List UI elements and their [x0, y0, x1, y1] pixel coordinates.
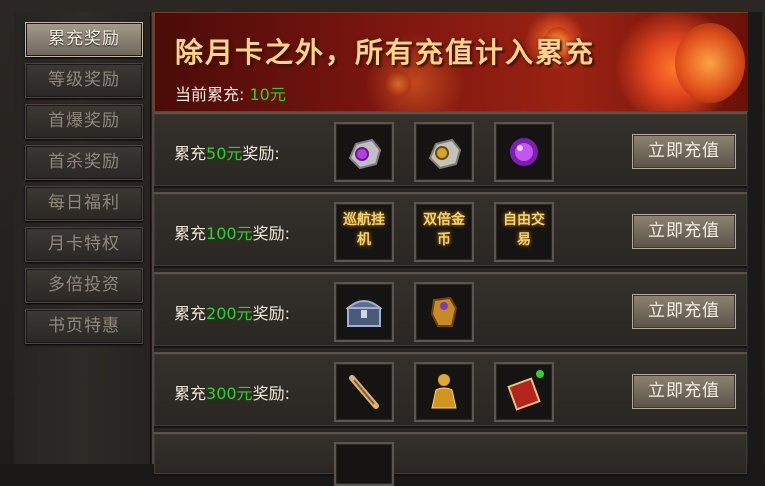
label-prefix: 累充	[174, 224, 207, 243]
banner-title: 除月卡之外，所有充值计入累充	[175, 36, 596, 69]
tab-first-drop[interactable]: 首爆奖励	[25, 104, 143, 139]
reward-row-label: 累充200元奖励:	[174, 300, 290, 324]
tab-daily-benefit[interactable]: 每日福利	[25, 186, 143, 221]
reward-item-free-trade[interactable]: 自由交易	[494, 202, 554, 262]
recharge-button[interactable]: 立即充值	[632, 134, 736, 169]
lantern-decoration	[385, 71, 411, 97]
label-suffix: 奖励:	[252, 224, 290, 243]
purple-orb-icon	[510, 138, 538, 166]
tab-first-kill[interactable]: 首杀奖励	[25, 145, 143, 180]
label-suffix: 奖励:	[252, 304, 290, 323]
reward-item-scroll-sword[interactable]	[334, 362, 394, 422]
reward-item-purple-gem-stone[interactable]	[334, 122, 394, 182]
reward-row-partial	[154, 432, 747, 486]
reward-item-treasure-chest[interactable]	[334, 282, 394, 342]
reward-item-text: 双倍金币	[423, 212, 465, 248]
tab-book-page-deal[interactable]: 书页特惠	[25, 309, 143, 344]
reward-item-red-book[interactable]	[494, 362, 554, 422]
treasure-chest-icon	[345, 300, 383, 327]
reward-item-gold-gauntlet[interactable]	[414, 282, 474, 342]
reward-item-cruise-afk[interactable]: 巡航挂机	[334, 202, 394, 262]
tab-level-reward[interactable]: 等级奖励	[25, 63, 143, 98]
reward-item-double-gold[interactable]: 双倍金币	[414, 202, 474, 262]
current-recharge-value: 10元	[249, 85, 286, 104]
label-amount: 100元	[206, 224, 253, 243]
reward-row-50: 累充50元奖励: 立即充值	[154, 112, 747, 188]
reward-row-100: 累充100元奖励: 巡航挂机 双倍金币 自由交易 立即充值	[154, 192, 747, 268]
reward-row-label: 累充100元奖励:	[174, 220, 290, 244]
reward-item-purple-orb[interactable]	[494, 122, 554, 182]
tab-multi-investment[interactable]: 多倍投资	[25, 268, 143, 303]
red-book-icon	[507, 370, 544, 411]
reward-row-300: 累充300元奖励: 立即充值	[154, 352, 747, 428]
label-prefix: 累充	[174, 144, 207, 163]
reward-item-text: 巡航挂机	[343, 212, 385, 248]
sidebar: 累充奖励 等级奖励 首爆奖励 首杀奖励 每日福利 月卡特权 多倍投资 书页特惠	[14, 12, 151, 464]
reward-item-gold-gem-stone[interactable]	[414, 122, 474, 182]
label-prefix: 累充	[174, 384, 207, 403]
label-amount: 50元	[206, 144, 243, 163]
window-frame: 累充奖励 等级奖励 首爆奖励 首杀奖励 每日福利 月卡特权 多倍投资 书页特惠 …	[0, 0, 765, 486]
main-panel: 除月卡之外，所有充值计入累充 当前累充: 10元 累充50元奖励: 立即充值 累…	[152, 12, 754, 486]
banner: 除月卡之外，所有充值计入累充 当前累充: 10元	[154, 12, 751, 112]
tab-cumulative-recharge[interactable]: 累充奖励	[25, 22, 143, 57]
tab-monthly-card[interactable]: 月卡特权	[25, 227, 143, 262]
recharge-button[interactable]: 立即充值	[632, 374, 736, 409]
label-suffix: 奖励:	[252, 384, 290, 403]
reward-item-text: 自由交易	[503, 212, 545, 248]
scroll-sword-icon	[349, 375, 379, 409]
current-recharge-label: 当前累充:	[175, 85, 245, 104]
new-badge-icon	[536, 370, 544, 378]
golden-figure-icon	[431, 374, 457, 409]
recharge-button[interactable]: 立即充值	[632, 294, 736, 329]
label-amount: 300元	[206, 384, 253, 403]
scrollbar-track[interactable]	[748, 12, 762, 464]
reward-row-label: 累充300元奖励:	[174, 380, 290, 404]
gold-gem-stone-icon	[428, 138, 462, 170]
label-amount: 200元	[206, 304, 253, 323]
label-prefix: 累充	[174, 304, 207, 323]
lantern-decoration	[675, 23, 745, 103]
reward-item-golden-figure[interactable]	[414, 362, 474, 422]
reward-item-partial[interactable]	[334, 442, 394, 486]
current-recharge: 当前累充: 10元	[175, 81, 286, 105]
recharge-button[interactable]: 立即充值	[632, 214, 736, 249]
gold-gauntlet-icon	[430, 296, 458, 327]
reward-row-label: 累充50元奖励:	[174, 140, 280, 164]
reward-row-200: 累充200元奖励: 立即充值	[154, 272, 747, 348]
label-suffix: 奖励:	[242, 144, 280, 163]
purple-gem-stone-icon	[348, 138, 382, 170]
